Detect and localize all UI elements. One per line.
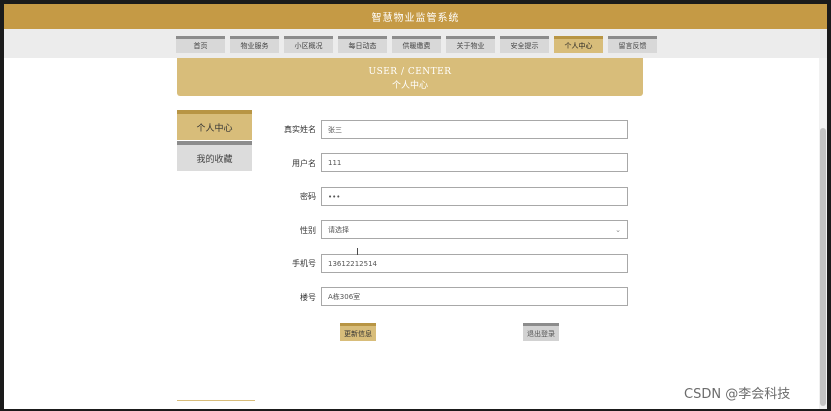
chevron-down-icon: ⌄ — [615, 225, 621, 234]
gender-select[interactable]: 请选择 ⌄ — [321, 220, 628, 239]
nav-item-feedback[interactable]: 留言反馈 — [608, 36, 657, 53]
phone-value: 13612212514 — [328, 259, 377, 268]
password-value: ••• — [328, 192, 341, 201]
site-title: 智慧物业监管系统 — [371, 13, 460, 24]
username-value: 111 — [328, 158, 342, 167]
nav-item-property-service[interactable]: 物业服务 — [230, 36, 279, 53]
username-input[interactable]: 111 — [321, 153, 628, 172]
field-label-username: 用户名 — [292, 159, 316, 168]
nav-item-daily-news[interactable]: 每日动态 — [338, 36, 387, 53]
footer-divider — [177, 400, 255, 401]
nav-item-home[interactable]: 首页 — [176, 36, 225, 53]
update-info-button[interactable]: 更新信息 — [340, 323, 376, 341]
building-input[interactable]: A栋306室 — [321, 287, 628, 306]
nav-item-user-center[interactable]: 个人中心 — [554, 36, 603, 53]
sidebar-item-favorites[interactable]: 我的收藏 — [177, 141, 252, 171]
building-value: A栋306室 — [328, 292, 361, 301]
logout-button[interactable]: 退出登录 — [523, 323, 559, 341]
field-label-password: 密码 — [300, 192, 316, 201]
sidebar-item-user-center[interactable]: 个人中心 — [177, 110, 252, 140]
top-nav: 首页 物业服务 小区概况 每日动态 供暖缴费 关于物业 安全提示 个人中心 留言… — [4, 29, 827, 58]
watermark: CSDN @李会科技 — [684, 387, 791, 402]
nav-item-heating-payment[interactable]: 供暖缴费 — [392, 36, 441, 53]
window-frame-left — [0, 0, 4, 411]
nav-item-community-overview[interactable]: 小区概况 — [284, 36, 333, 53]
field-label-gender: 性别 — [300, 226, 316, 235]
gender-value: 请选择 — [328, 225, 349, 234]
banner-title-cn: 个人中心 — [391, 81, 428, 91]
field-label-real-name: 真实姓名 — [284, 125, 316, 134]
nav-item-safety-tips[interactable]: 安全提示 — [500, 36, 549, 53]
text-cursor-icon: I — [356, 247, 359, 258]
real-name-input[interactable]: 张三 — [321, 120, 628, 139]
password-input[interactable]: ••• — [321, 187, 628, 206]
phone-input[interactable]: 13612212514 — [321, 254, 628, 273]
window-frame-right — [827, 0, 831, 411]
nav-item-about[interactable]: 关于物业 — [446, 36, 495, 53]
real-name-value: 张三 — [328, 125, 342, 134]
scrollbar-thumb[interactable] — [820, 128, 826, 406]
field-label-phone: 手机号 — [292, 259, 316, 268]
banner-title-en: USER / CENTER — [368, 67, 452, 77]
site-header: 智慧物业监管系统 — [4, 4, 827, 29]
page-banner: USER / CENTER 个人中心 — [177, 58, 643, 96]
field-label-building: 楼号 — [300, 293, 316, 302]
